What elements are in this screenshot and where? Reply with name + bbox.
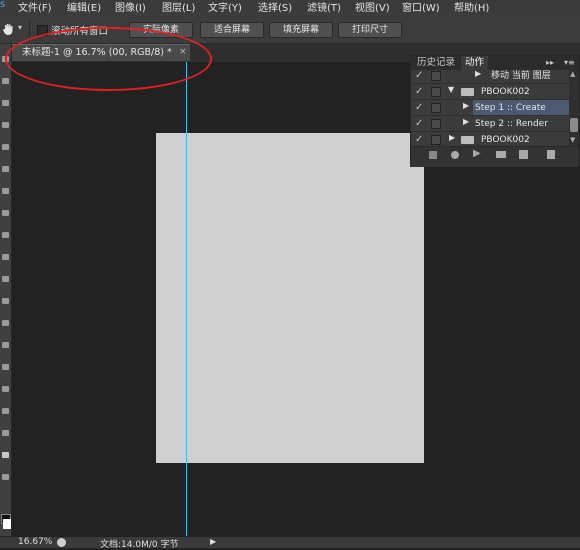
healing-tool-icon[interactable]	[2, 188, 9, 194]
status-info-icon[interactable]	[57, 538, 66, 547]
document-canvas[interactable]	[156, 133, 424, 463]
folder-icon	[461, 88, 474, 96]
print-size-button[interactable]: 打印尺寸	[338, 22, 402, 38]
zoom-level[interactable]: 16.67%	[18, 537, 52, 547]
expand-triangle-icon[interactable]: ▶	[463, 101, 469, 110]
check-icon[interactable]: ✓	[415, 70, 423, 81]
action-row-label: Step 1 :: Create	[475, 103, 546, 113]
ps-logo[interactable]: s	[0, 0, 5, 10]
scrollbar-thumb[interactable]	[570, 118, 578, 132]
menu-bar: s 文件(F) 编辑(E) 图像(I) 图层(L) 文字(Y) 选择(S) 滤镜…	[0, 0, 580, 14]
action-row-step2[interactable]: ✓ ▶ Step 2 :: Render	[411, 116, 569, 132]
action-row-move-layer[interactable]: ✓ ▶ 移动 当前 图层	[411, 68, 569, 84]
document-info: 文档:14.0M/0 字节	[100, 540, 179, 550]
menu-file[interactable]: 文件(F)	[18, 0, 52, 14]
dialog-toggle-box[interactable]	[431, 87, 441, 97]
panel-scrollbar[interactable]: ▲ ▼	[569, 70, 579, 146]
tool-preset-dropdown-icon[interactable]: ▾	[18, 23, 22, 32]
action-row-step1[interactable]: ✓ ▶ Step 1 :: Create	[411, 100, 569, 116]
scroll-up-icon[interactable]: ▲	[570, 70, 575, 78]
brush-tool-icon[interactable]	[2, 210, 9, 216]
zoom-tool-icon[interactable]	[2, 474, 9, 480]
stamp-tool-icon[interactable]	[2, 232, 9, 238]
stop-icon[interactable]	[429, 151, 437, 159]
expand-triangle-icon[interactable]: ▶	[463, 117, 469, 126]
options-divider	[29, 21, 30, 39]
new-action-icon[interactable]	[519, 150, 528, 159]
menu-layer[interactable]: 图层(L)	[162, 0, 195, 14]
menu-filter[interactable]: 滤镜(T)	[307, 0, 341, 14]
quick-select-tool-icon[interactable]	[2, 122, 9, 128]
fit-screen-button[interactable]: 适合屏幕	[200, 22, 264, 38]
pen-tool-icon[interactable]	[2, 364, 9, 370]
hand-tool-icon[interactable]	[2, 22, 16, 36]
dialog-toggle-box[interactable]	[431, 119, 441, 129]
annotation-ellipse	[5, 27, 212, 91]
folder-icon	[461, 136, 474, 144]
shape-tool-icon[interactable]	[2, 430, 9, 436]
check-icon[interactable]: ✓	[415, 134, 423, 145]
expand-triangle-icon[interactable]: ▶	[449, 133, 455, 142]
dialog-toggle-box[interactable]	[431, 71, 441, 81]
status-bar: 16.67% 文档:14.0M/0 字节 ▶	[0, 536, 580, 550]
vertical-guide-line[interactable]	[186, 62, 187, 536]
fill-screen-button[interactable]: 填充屏幕	[269, 22, 333, 38]
background-color-swatch[interactable]	[3, 519, 11, 529]
gradient-tool-icon[interactable]	[2, 298, 9, 304]
menu-type[interactable]: 文字(Y)	[208, 0, 242, 14]
type-tool-icon[interactable]	[2, 386, 9, 392]
dialog-toggle-box[interactable]	[431, 103, 441, 113]
tools-panel	[0, 44, 12, 536]
record-icon[interactable]	[451, 151, 459, 159]
eraser-tool-icon[interactable]	[2, 276, 9, 282]
new-set-icon[interactable]	[496, 151, 506, 158]
dialog-toggle-box[interactable]	[431, 135, 441, 145]
expand-triangle-icon[interactable]: ▶	[475, 69, 481, 78]
action-row-label: Step 2 :: Render	[475, 119, 548, 129]
marquee-tool-icon[interactable]	[2, 78, 9, 84]
check-icon[interactable]: ✓	[415, 86, 423, 97]
eyedropper-tool-icon[interactable]	[2, 166, 9, 172]
play-icon[interactable]: ▶	[473, 148, 481, 159]
menu-select[interactable]: 选择(S)	[258, 0, 292, 14]
panel-footer: ▶	[411, 146, 579, 167]
collapse-triangle-icon[interactable]: ▼	[448, 85, 454, 94]
check-icon[interactable]: ✓	[415, 118, 423, 129]
menu-edit[interactable]: 编辑(E)	[67, 0, 101, 14]
menu-window[interactable]: 窗口(W)	[402, 0, 440, 14]
delete-icon[interactable]	[547, 150, 555, 159]
lasso-tool-icon[interactable]	[2, 100, 9, 106]
action-set-row[interactable]: ✓ ▼ PBOOK002	[411, 84, 569, 100]
status-menu-arrow-icon[interactable]: ▶	[210, 537, 216, 546]
history-brush-tool-icon[interactable]	[2, 254, 9, 260]
menu-help[interactable]: 帮助(H)	[454, 0, 489, 14]
check-icon[interactable]: ✓	[415, 102, 423, 113]
blur-tool-icon[interactable]	[2, 320, 9, 326]
action-row-label: 移动 当前 图层	[491, 71, 551, 81]
action-row-label: PBOOK002	[481, 87, 530, 97]
menu-image[interactable]: 图像(I)	[115, 0, 146, 14]
menu-view[interactable]: 视图(V)	[355, 0, 390, 14]
dodge-tool-icon[interactable]	[2, 342, 9, 348]
path-select-tool-icon[interactable]	[2, 408, 9, 414]
action-row-label: PBOOK002	[481, 135, 530, 145]
hand-tool-icon[interactable]	[2, 452, 9, 458]
actions-panel: 历史记录 动作 ▸▸ ▾≡ ✓ ▶ 移动 当前 图层 ✓ ▼ PBOOK002 …	[410, 55, 580, 167]
crop-tool-icon[interactable]	[2, 144, 9, 150]
scroll-down-icon[interactable]: ▼	[570, 136, 575, 144]
